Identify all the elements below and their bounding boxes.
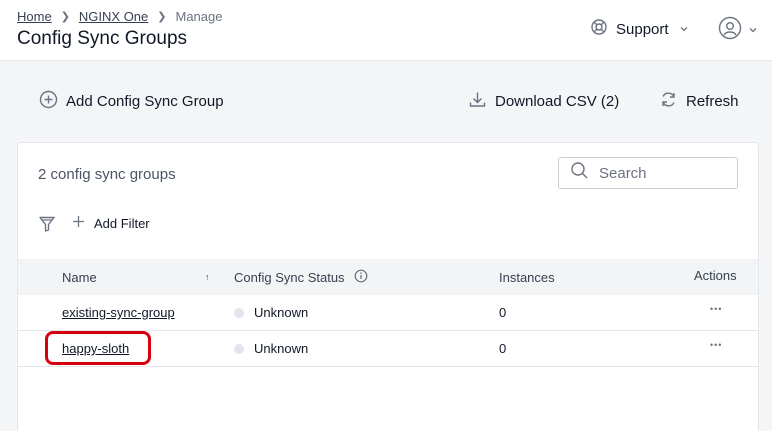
table-row: happy-sloth Unknown 0 ••• <box>18 331 758 367</box>
more-actions-icon[interactable]: ••• <box>710 340 722 350</box>
support-label: Support <box>616 20 669 38</box>
download-icon <box>468 90 487 113</box>
group-name-link[interactable]: existing-sync-group <box>62 305 175 320</box>
plus-icon <box>72 215 85 231</box>
sync-status: Unknown <box>234 341 308 356</box>
add-config-sync-group-label: Add Config Sync Group <box>66 92 224 110</box>
search-input[interactable] <box>599 164 729 182</box>
group-name-link[interactable]: happy-sloth <box>62 341 129 356</box>
status-dot-icon <box>234 343 244 354</box>
info-icon[interactable] <box>354 269 368 286</box>
refresh-button[interactable]: Refresh <box>659 90 739 112</box>
add-filter-label: Add Filter <box>94 215 150 231</box>
instances-count: 0 <box>499 341 507 356</box>
column-header-name[interactable]: Name <box>62 270 97 285</box>
chevron-down-icon <box>748 22 758 40</box>
chevron-right-icon: ❯ <box>60 11 70 23</box>
column-header-config-sync-status: Config Sync Status <box>234 270 345 285</box>
status-dot-icon <box>234 307 244 318</box>
download-csv-label: Download CSV (2) <box>495 92 620 110</box>
top-header: Home ❯ NGINX One ❯ Manage Config Sync Gr… <box>0 0 772 61</box>
support-menu-button[interactable]: Support <box>590 18 689 40</box>
instances-count: 0 <box>499 305 507 320</box>
chevron-right-icon: ❯ <box>157 11 167 23</box>
refresh-label: Refresh <box>686 92 739 110</box>
column-header-instances: Instances <box>499 270 555 285</box>
add-filter-button[interactable]: Add Filter <box>72 215 150 231</box>
status-label: Unknown <box>254 341 309 356</box>
search-box <box>558 157 738 189</box>
page-title: Config Sync Groups <box>17 28 188 49</box>
lifebuoy-icon <box>590 18 608 40</box>
sort-ascending-icon[interactable]: ↑ <box>205 272 210 282</box>
group-count: 2 config sync groups <box>38 166 176 183</box>
user-avatar-icon <box>718 16 742 45</box>
chevron-down-icon <box>679 21 689 38</box>
user-menu-button[interactable] <box>718 16 758 45</box>
plus-circle-icon <box>39 90 58 113</box>
table-row: existing-sync-group Unknown 0 ••• <box>18 295 758 331</box>
refresh-icon <box>659 90 678 113</box>
column-header-actions: Actions <box>694 268 737 283</box>
status-label: Unknown <box>254 305 309 320</box>
search-icon <box>570 161 589 185</box>
more-actions-icon[interactable]: ••• <box>710 304 722 314</box>
table-header: Name ↑ Config Sync Status Instances Acti… <box>18 259 758 295</box>
sync-status: Unknown <box>234 305 308 320</box>
breadcrumb-home-link[interactable]: Home <box>17 9 52 24</box>
config-sync-groups-card: 2 config sync groups Add Filter Name ↑ C… <box>17 142 759 431</box>
breadcrumb: Home ❯ NGINX One ❯ Manage <box>17 9 222 24</box>
breadcrumb-current: Manage <box>175 9 223 24</box>
filter-icon[interactable] <box>38 215 56 238</box>
breadcrumb-nginx-one-link[interactable]: NGINX One <box>79 9 148 24</box>
add-config-sync-group-button[interactable]: Add Config Sync Group <box>39 90 224 112</box>
download-csv-button[interactable]: Download CSV (2) <box>468 90 619 112</box>
